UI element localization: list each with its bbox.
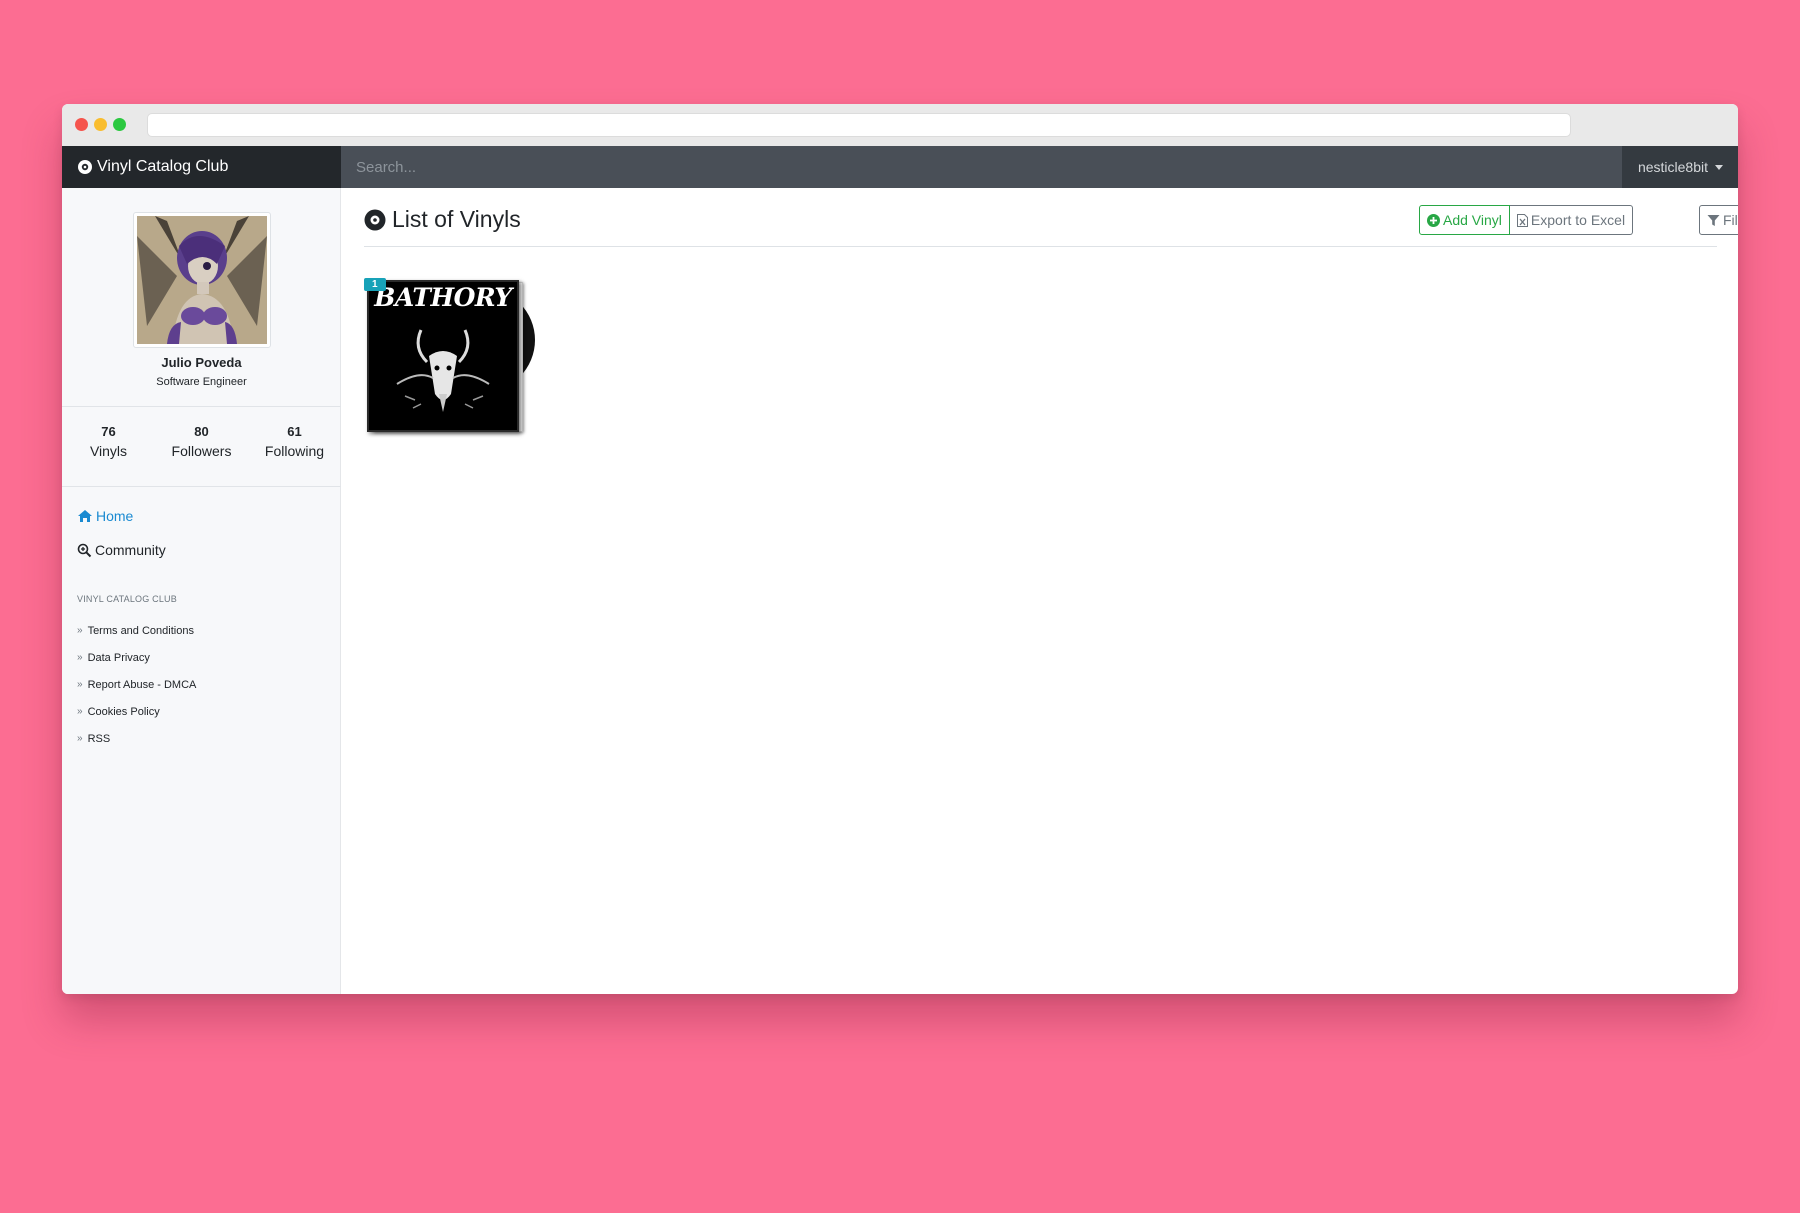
stat-followers-value: 80: [194, 424, 209, 439]
divider: [364, 246, 1717, 247]
goat-illustration: [396, 329, 490, 412]
stat-followers[interactable]: 80 Followers: [155, 424, 248, 459]
close-window-button[interactable]: [75, 118, 88, 131]
link-data-privacy[interactable]: » Data Privacy: [77, 644, 196, 671]
filter-icon: [1707, 214, 1720, 226]
page-title: List of Vinyls: [364, 206, 521, 233]
minimize-window-button[interactable]: [94, 118, 107, 131]
sidebar-item-label: Community: [95, 542, 166, 558]
link-label: Data Privacy: [87, 651, 150, 664]
footer-links: » Terms and Conditions » Data Privacy » Rep…: [77, 617, 196, 752]
link-label: RSS: [87, 732, 111, 745]
raquo-icon: »: [77, 733, 83, 744]
main-content: List of Vinyls Add Vinyl Export to Excel: [341, 188, 1738, 994]
vinyl-card[interactable]: BATHORY 1: [364, 278, 537, 434]
raquo-icon: »: [77, 625, 83, 636]
username: nesticle8bit: [1637, 159, 1708, 175]
plus-circle-icon: [1427, 213, 1440, 227]
sidebar-item-label: Home: [96, 508, 134, 524]
search-plus-icon: [77, 543, 92, 557]
stat-followers-label: Followers: [171, 443, 232, 459]
vinyl-record-icon: [364, 209, 386, 230]
stat-following-label: Following: [264, 443, 325, 459]
filter-label: Filter: [1723, 212, 1738, 228]
search-input[interactable]: [341, 146, 1622, 188]
link-label: Cookies Policy: [87, 705, 160, 718]
stat-vinyls-value: 76: [101, 424, 116, 439]
profile-name: Julio Poveda: [161, 355, 242, 370]
stat-following-value: 61: [287, 424, 302, 439]
vinyl-record-icon: [78, 160, 92, 174]
export-excel-button[interactable]: Export to Excel: [1509, 205, 1634, 235]
stat-vinyls-label: Vinyls: [89, 443, 128, 459]
vinyl-count-badge: 1: [364, 278, 386, 291]
link-terms[interactable]: » Terms and Conditions: [77, 617, 196, 644]
window-titlebar: [62, 104, 1738, 146]
page-title-text: List of Vinyls: [392, 206, 521, 232]
link-cookies-policy[interactable]: » Cookies Policy: [77, 698, 196, 725]
export-excel-label: Export to Excel: [1530, 212, 1626, 228]
sidebar: Julio Poveda Software Engineer 76 Vinyls…: [62, 188, 341, 994]
brand-name: Vinyl Catalog Club: [97, 158, 229, 175]
avatar-image: [137, 216, 267, 344]
vinyl-cover-art: BATHORY: [367, 280, 519, 432]
maximize-window-button[interactable]: [113, 118, 126, 131]
link-rss[interactable]: » RSS: [77, 725, 196, 752]
chevron-down-icon: [1715, 164, 1723, 170]
divider: [62, 406, 341, 407]
link-report-abuse[interactable]: » Report Abuse - DMCA: [77, 671, 196, 698]
raquo-icon: »: [77, 706, 83, 717]
brand-link[interactable]: Vinyl Catalog Club: [62, 146, 341, 188]
stat-vinyls[interactable]: 76 Vinyls: [62, 424, 155, 459]
user-menu[interactable]: nesticle8bit: [1638, 146, 1723, 188]
home-icon: [78, 510, 92, 522]
add-vinyl-button[interactable]: Add Vinyl: [1419, 205, 1510, 235]
top-navbar: Vinyl Catalog Club nesticle8bit: [62, 146, 1738, 188]
action-button-group: Add Vinyl Export to Excel: [1419, 205, 1634, 235]
link-label: Terms and Conditions: [87, 624, 194, 637]
raquo-icon: »: [77, 652, 83, 663]
excel-file-icon: [1516, 213, 1528, 227]
sidebar-item-home[interactable]: Home: [77, 508, 133, 524]
link-label: Report Abuse - DMCA: [87, 678, 197, 691]
filter-dropdown-button[interactable]: Filter: [1699, 205, 1738, 235]
avatar[interactable]: [133, 212, 271, 348]
raquo-icon: »: [77, 679, 83, 690]
browser-window: Vinyl Catalog Club nesticle8bit: [62, 104, 1738, 994]
profile-stats: 76 Vinyls 80 Followers 61 Following: [62, 424, 341, 459]
add-vinyl-label: Add Vinyl: [1443, 212, 1502, 228]
footer-section-heading: VINYL CATALOG CLUB: [77, 594, 177, 604]
divider: [62, 486, 341, 487]
url-bar[interactable]: [147, 113, 1571, 137]
stat-following[interactable]: 61 Following: [248, 424, 341, 459]
profile-title: Software Engineer: [156, 376, 247, 388]
sidebar-item-community[interactable]: Community: [77, 542, 166, 558]
